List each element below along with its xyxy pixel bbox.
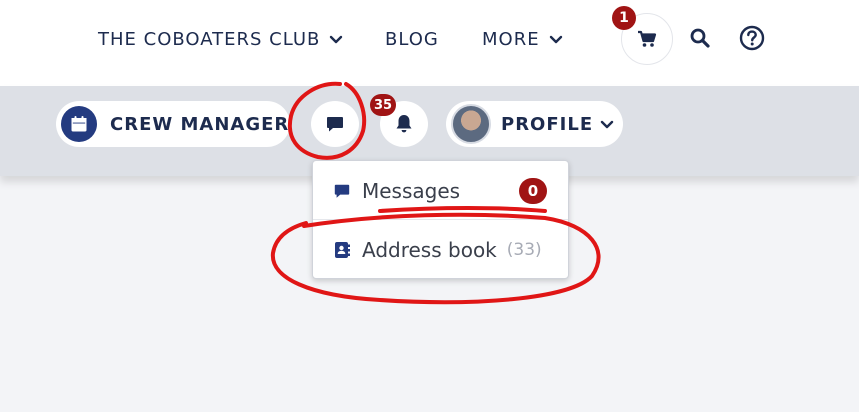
red-annotation-marks: [270, 81, 601, 305]
